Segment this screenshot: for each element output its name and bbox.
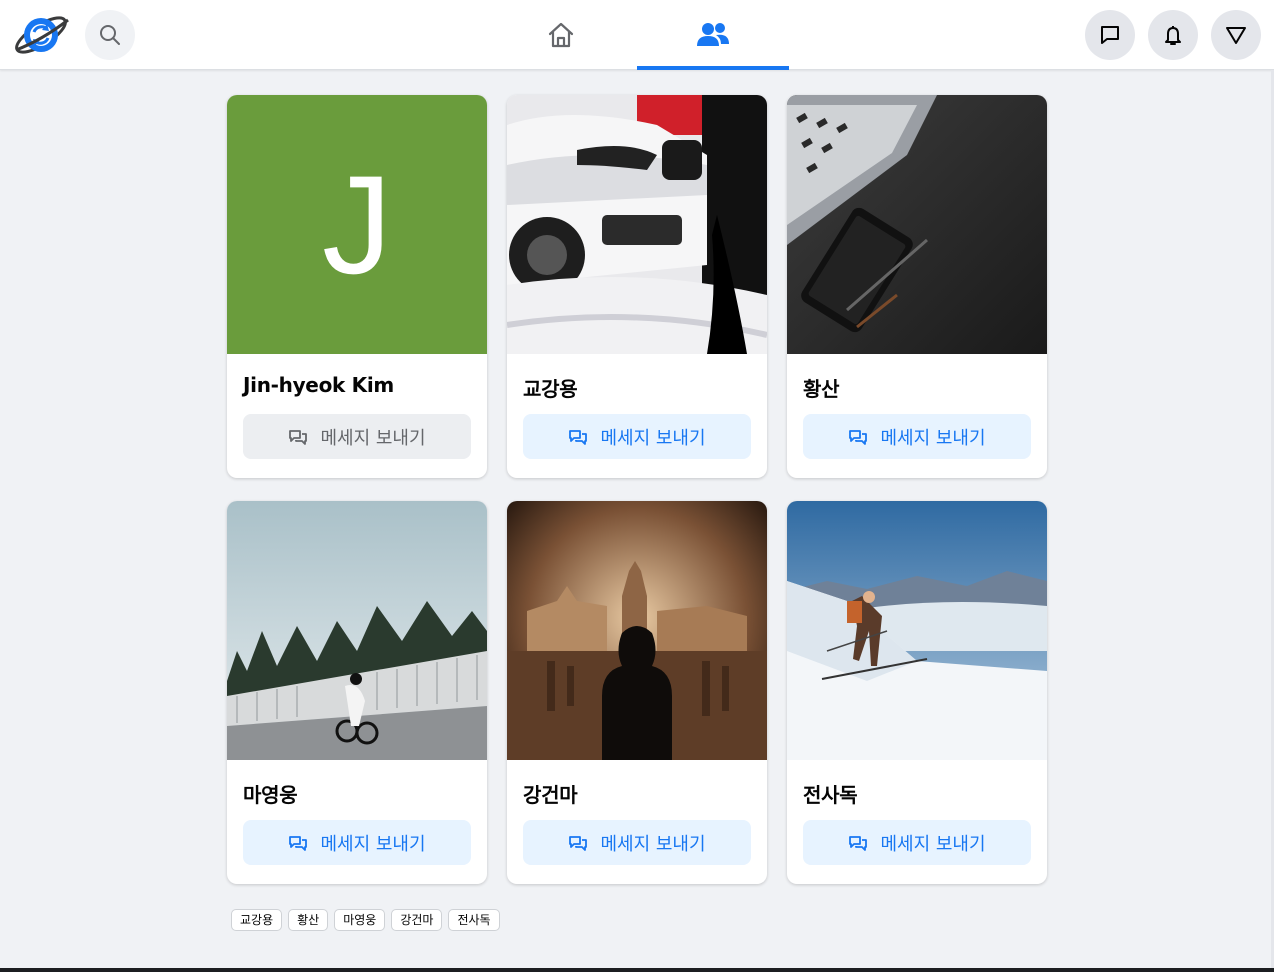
friend-photo[interactable]: [787, 501, 1047, 760]
nav-tab-friends[interactable]: [637, 0, 789, 70]
friend-name[interactable]: 교강용: [523, 373, 578, 402]
send-message-button[interactable]: 메세지 보내기: [803, 414, 1031, 459]
letter-avatar: J: [227, 95, 487, 354]
laptop-phone-desk-photo: [787, 95, 1047, 354]
friend-card[interactable]: 교강용 메세지 보내기: [507, 95, 767, 478]
chat-bubbles-icon: [569, 429, 588, 445]
hooded-man-old-town-photo: [507, 501, 767, 760]
friends-icon: [697, 23, 729, 46]
send-message-label: 메세지 보내기: [320, 427, 426, 449]
chat-bubbles-icon: [849, 429, 868, 445]
search-button[interactable]: [85, 10, 135, 60]
send-message-label: 메세지 보내기: [320, 833, 426, 855]
send-message-button[interactable]: 메세지 보내기: [523, 414, 751, 459]
friend-card[interactable]: J Jin-hyeok Kim 메세지 보내기: [227, 95, 487, 478]
friend-photo[interactable]: [227, 501, 487, 760]
friend-name[interactable]: Jin-hyeok Kim: [243, 373, 394, 397]
messenger-button[interactable]: [1085, 10, 1135, 60]
white-suv-snow-photo: [507, 95, 767, 354]
friend-name[interactable]: 황산: [803, 373, 840, 402]
send-message-label: 메세지 보내기: [880, 427, 986, 449]
send-message-button[interactable]: 메세지 보내기: [803, 820, 1031, 865]
friend-name[interactable]: 마영웅: [243, 779, 298, 808]
friend-photo[interactable]: [507, 501, 767, 760]
chat-bubbles-icon: [289, 835, 308, 851]
friend-chip-list: 교강용 황산 마영웅 강건마 전사독: [231, 909, 500, 931]
send-message-button[interactable]: 메세지 보내기: [243, 414, 471, 459]
friend-photo[interactable]: [787, 95, 1047, 354]
chat-bubbles-icon: [849, 835, 868, 851]
friend-name[interactable]: 전사독: [803, 779, 858, 808]
account-menu-button[interactable]: [1211, 10, 1261, 60]
nav-tab-home[interactable]: [485, 0, 637, 70]
friend-chip[interactable]: 전사독: [448, 909, 500, 931]
bottom-edge-bar: [0, 968, 1274, 972]
top-navigation-bar: [0, 0, 1274, 70]
friend-card[interactable]: 강건마 메세지 보내기: [507, 501, 767, 884]
friend-card[interactable]: 마영웅 메세지 보내기: [227, 501, 487, 884]
chat-bubbles-icon: [289, 429, 308, 445]
friend-card[interactable]: 황산 메세지 보내기: [787, 95, 1047, 478]
search-icon: [100, 25, 120, 45]
friend-photo[interactable]: [507, 95, 767, 354]
friend-chip[interactable]: 황산: [288, 909, 329, 931]
send-message-button[interactable]: 메세지 보내기: [523, 820, 751, 865]
send-message-label: 메세지 보내기: [600, 833, 706, 855]
triangle-down-icon: [1226, 27, 1246, 44]
home-icon: [548, 22, 574, 48]
cyclist-bridge-photo: [227, 501, 487, 760]
bell-icon: [1165, 26, 1181, 45]
friend-chip[interactable]: 마영웅: [334, 909, 386, 931]
chat-bubbles-icon: [569, 835, 588, 851]
active-tab-indicator: [637, 66, 789, 70]
friend-chip[interactable]: 교강용: [231, 909, 283, 931]
friend-name[interactable]: 강건마: [523, 779, 578, 808]
friend-photo[interactable]: J: [227, 95, 487, 354]
friend-card[interactable]: 전사독 메세지 보내기: [787, 501, 1047, 884]
app-logo-icon[interactable]: [12, 10, 72, 60]
send-message-label: 메세지 보내기: [880, 833, 986, 855]
skier-mountain-photo: [787, 501, 1047, 760]
send-message-button[interactable]: 메세지 보내기: [243, 820, 471, 865]
messenger-icon: [1101, 26, 1119, 44]
friend-chip[interactable]: 강건마: [391, 909, 443, 931]
send-message-label: 메세지 보내기: [600, 427, 706, 449]
notifications-button[interactable]: [1148, 10, 1198, 60]
